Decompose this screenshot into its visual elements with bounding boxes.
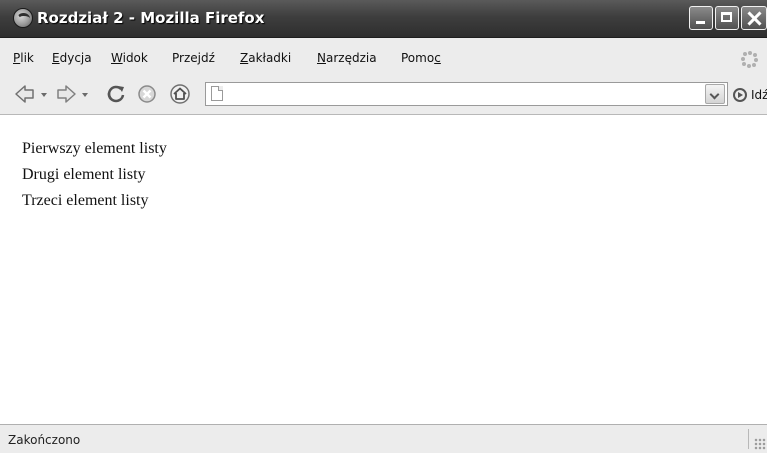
throbber-icon bbox=[741, 51, 758, 68]
url-history-dropdown-button[interactable] bbox=[705, 84, 725, 104]
item-list: Pierwszy element listy Drugi element lis… bbox=[22, 136, 167, 214]
go-button[interactable]: Idź bbox=[733, 84, 767, 104]
window-title: Rozdział 2 - Mozilla Firefox bbox=[37, 9, 265, 27]
maximize-button[interactable] bbox=[715, 6, 739, 30]
go-icon bbox=[733, 87, 747, 102]
menu-item-plik[interactable]: Plik bbox=[13, 51, 34, 65]
status-divider bbox=[748, 429, 749, 449]
back-arrow-icon[interactable] bbox=[14, 83, 36, 105]
back-history-dropdown-icon[interactable] bbox=[41, 93, 47, 97]
list-item: Drugi element listy bbox=[22, 166, 146, 183]
menu-bar: Plik Edycja Widok Przejdź Zakładki Narzę… bbox=[0, 38, 767, 75]
menu-label-part: lik bbox=[20, 51, 34, 65]
page-content: Pierwszy element listy Drugi element lis… bbox=[0, 115, 767, 424]
reload-icon[interactable] bbox=[105, 83, 127, 105]
status-text: Zakończono bbox=[8, 433, 81, 447]
menu-item-widok[interactable]: Widok bbox=[111, 51, 148, 65]
navigation-toolbar: Idź bbox=[0, 75, 767, 115]
menu-label-part: Prze bbox=[172, 51, 198, 65]
list-item: Pierwszy element listy bbox=[22, 140, 167, 157]
status-bar: Zakończono bbox=[0, 424, 767, 453]
minimize-button[interactable] bbox=[689, 6, 713, 30]
close-button[interactable] bbox=[741, 6, 767, 30]
browser-window: Rozdział 2 - Mozilla Firefox Plik Edycja… bbox=[0, 0, 767, 453]
menu-accelerator-key: N bbox=[317, 51, 326, 65]
menu-accelerator-key: W bbox=[111, 51, 123, 65]
menu-item-przejdz[interactable]: Przejdź bbox=[172, 51, 215, 65]
menu-accelerator-key: c bbox=[434, 51, 441, 65]
menu-label-part: akładki bbox=[248, 51, 292, 65]
firefox-icon bbox=[13, 8, 33, 28]
menu-label-part: Pomo bbox=[401, 51, 435, 65]
forward-arrow-icon[interactable] bbox=[55, 83, 77, 105]
menu-item-zakladki[interactable]: Zakładki bbox=[240, 51, 291, 65]
resize-grip-icon[interactable] bbox=[754, 438, 766, 450]
menu-accelerator-key: E bbox=[52, 51, 60, 65]
menu-accelerator-key: Z bbox=[240, 51, 249, 65]
address-bar[interactable] bbox=[205, 82, 728, 106]
page-icon bbox=[211, 86, 223, 101]
menu-item-pomoc[interactable]: Pomoc bbox=[401, 51, 441, 65]
url-input[interactable] bbox=[228, 84, 704, 104]
title-bar[interactable]: Rozdział 2 - Mozilla Firefox bbox=[0, 0, 767, 38]
menu-item-edycja[interactable]: Edycja bbox=[52, 51, 92, 65]
list-item: Trzeci element listy bbox=[22, 192, 149, 209]
menu-label-part: dź bbox=[200, 51, 215, 65]
menu-label-part: dycja bbox=[59, 51, 92, 65]
go-label: Idź bbox=[751, 87, 767, 102]
forward-history-dropdown-icon[interactable] bbox=[82, 93, 88, 97]
menu-item-narzedzia[interactable]: Narzędzia bbox=[317, 51, 377, 65]
menu-label-part: arzędzia bbox=[325, 51, 377, 65]
menu-label-part: idok bbox=[122, 51, 148, 65]
stop-icon[interactable] bbox=[137, 84, 157, 104]
home-icon[interactable] bbox=[169, 83, 191, 105]
